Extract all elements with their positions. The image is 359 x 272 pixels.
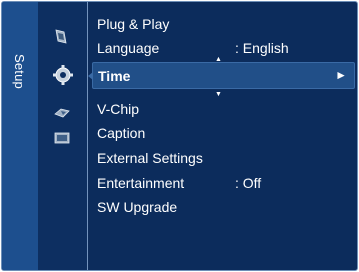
application-icon[interactable] xyxy=(52,130,72,148)
menu-item-sw-upgrade[interactable]: SW Upgrade xyxy=(97,199,177,215)
menu-item-external-settings[interactable]: External Settings xyxy=(97,150,203,166)
menu-item-label: Language xyxy=(97,40,160,56)
menu-item-entertainment[interactable]: Entertainment xyxy=(97,175,184,191)
setup-tab-label: Setup xyxy=(12,54,27,89)
setup-menu-panel: Setup Plug & Play Language: English ▲ T… xyxy=(1,1,358,271)
setup-gear-icon[interactable] xyxy=(52,64,73,85)
selection-pointer-icon xyxy=(88,72,93,80)
picture-icon[interactable] xyxy=(52,28,72,46)
menu-item-label: Entertainment xyxy=(97,175,185,191)
menu-item-caption[interactable]: Caption xyxy=(97,125,145,141)
menu-item-label: SW Upgrade xyxy=(97,199,178,215)
menu-item-language[interactable]: Language xyxy=(97,40,159,56)
menu-item-label: Caption xyxy=(97,125,146,141)
language-value: : English xyxy=(235,40,289,56)
setup-tab[interactable]: Setup xyxy=(2,2,38,270)
menu-item-v-chip[interactable]: V-Chip xyxy=(97,101,139,117)
input-icon[interactable] xyxy=(52,106,72,124)
menu-item-label: External Settings xyxy=(97,150,203,166)
setup-menu-list: Plug & Play Language : English ▲ Time ► … xyxy=(88,2,357,270)
scroll-down-arrow-icon[interactable]: ▼ xyxy=(215,91,222,98)
menu-item-time-selected[interactable]: Time ► xyxy=(88,62,355,89)
entertainment-value: : Off xyxy=(235,175,262,191)
category-icon-column xyxy=(38,2,87,270)
menu-item-plug-and-play[interactable]: Plug & Play xyxy=(97,16,169,32)
selected-item-label: Time xyxy=(98,68,131,84)
menu-item-label: V-Chip xyxy=(97,101,140,117)
menu-item-label: Plug & Play xyxy=(97,16,170,32)
submenu-arrow-icon: ► xyxy=(335,68,347,82)
